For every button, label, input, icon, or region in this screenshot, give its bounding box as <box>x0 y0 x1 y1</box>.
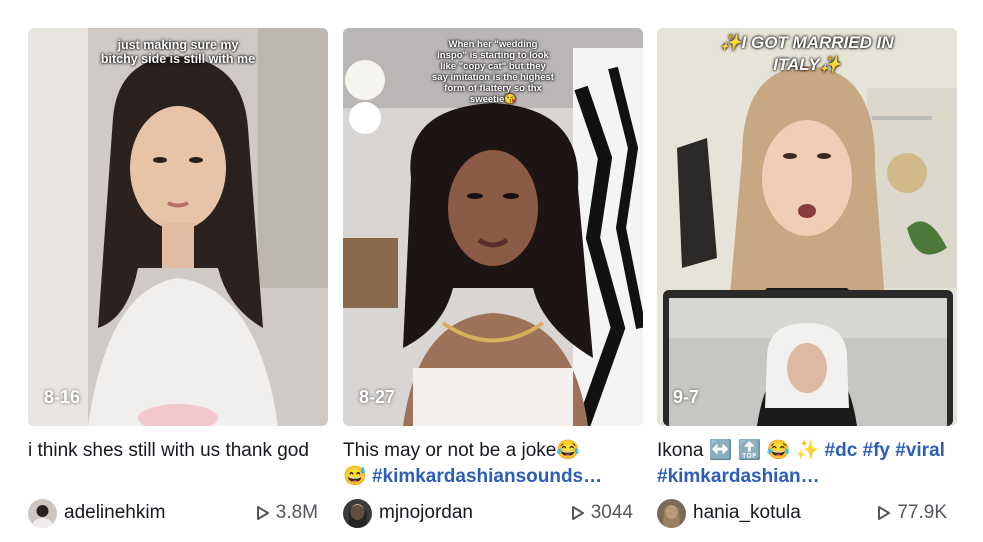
video-meta: adelinehkim 3.8M <box>28 498 318 528</box>
description-hashtags[interactable]: #kimkardashiansounds… <box>372 466 602 487</box>
video-date-label: 8-16 <box>44 387 81 407</box>
video-date-label: 9-7 <box>673 387 700 407</box>
play-icon <box>878 506 891 520</box>
video-meta: hania_kotula 77.9K <box>657 498 947 528</box>
view-count-value: 77.9K <box>897 502 947 523</box>
avatar <box>28 498 57 528</box>
video-overlay-caption: ✨I GOT MARRIED IN ITALY✨ <box>720 33 894 75</box>
author-username: hania_kotula <box>693 502 801 523</box>
video-thumbnail[interactable]: ✨I GOT MARRIED IN ITALY✨ 9-7 <box>657 28 957 426</box>
description-text: Ikona ↔️ 🔝 😂 ✨ <box>657 440 825 461</box>
author-username: adelinehkim <box>64 502 166 523</box>
view-count-value: 3044 <box>590 502 633 523</box>
video-description[interactable]: This may or not be a joke😂 😅 #kimkardash… <box>343 438 633 490</box>
avatar <box>657 498 686 528</box>
view-count: 77.9K <box>877 502 947 524</box>
video-description[interactable]: i think shes still with us thank god <box>28 438 318 490</box>
video-thumbnail[interactable]: just making sure my bitchy side is still… <box>28 28 328 426</box>
play-icon <box>256 506 269 520</box>
video-grid: just making sure my bitchy side is still… <box>0 0 983 542</box>
thumbnail-image <box>28 28 328 426</box>
view-count-value: 3.8M <box>275 502 318 523</box>
play-icon <box>571 506 584 520</box>
video-card: When her "wedding inspo" is starting to … <box>343 28 643 528</box>
video-meta: mjnojordan 3044 <box>343 498 633 528</box>
video-card: just making sure my bitchy side is still… <box>28 28 328 528</box>
video-date-label: 8-27 <box>359 387 396 407</box>
author-link[interactable]: adelinehkim <box>28 498 166 528</box>
avatar <box>343 498 372 528</box>
video-card: ✨I GOT MARRIED IN ITALY✨ 9-7 Ikona ↔️ 🔝 … <box>657 28 957 528</box>
author-link[interactable]: hania_kotula <box>657 498 801 528</box>
description-text: i think shes still with us thank god <box>28 440 309 461</box>
view-count: 3.8M <box>256 502 318 524</box>
author-link[interactable]: mjnojordan <box>343 498 473 528</box>
video-description[interactable]: Ikona ↔️ 🔝 😂 ✨ #dc #fy #viral #kimkardas… <box>657 438 947 490</box>
video-overlay-caption: just making sure my bitchy side is still… <box>100 38 256 67</box>
video-thumbnail[interactable]: When her "wedding inspo" is starting to … <box>343 28 643 426</box>
view-count: 3044 <box>571 502 633 524</box>
thumbnail-image <box>657 28 957 426</box>
video-overlay-caption: When her "wedding inspo" is starting to … <box>432 39 554 105</box>
author-username: mjnojordan <box>379 502 473 523</box>
